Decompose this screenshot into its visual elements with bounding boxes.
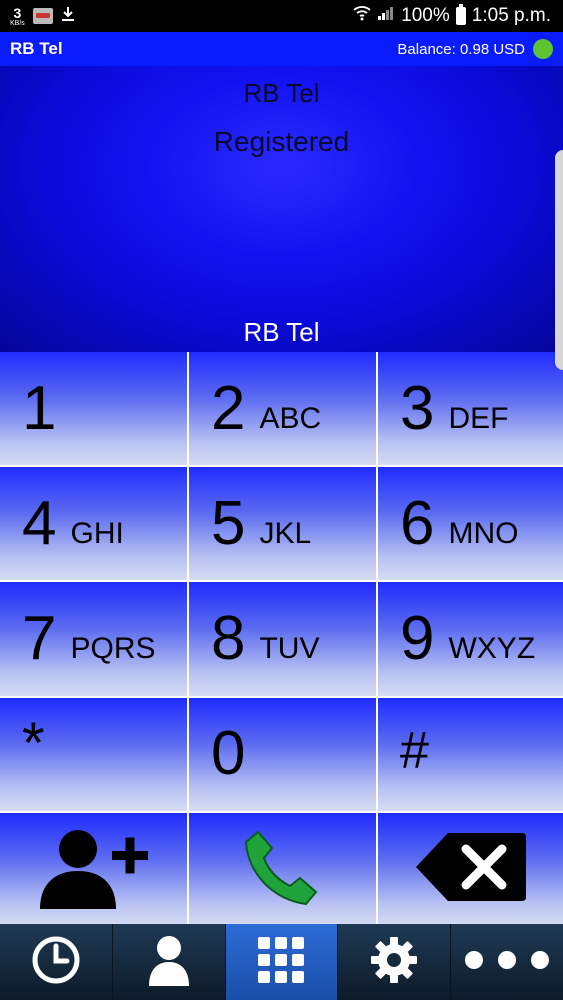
key-digit: 3 [400,373,435,443]
nav-history[interactable] [0,924,113,1000]
key-7[interactable]: 7 PQRS [0,582,187,696]
key-letters: JKL [259,516,312,550]
status-right: 100% 1:05 p.m. [353,4,551,27]
key-4[interactable]: 4 GHI [0,467,187,581]
number-input-display[interactable]: RB Tel [0,317,563,348]
wifi-icon [353,5,371,27]
key-digit: 2 [211,373,246,443]
more-icon [462,948,552,977]
key-0[interactable]: 0 [189,697,376,811]
key-digit: 9 [400,603,435,673]
key-star[interactable]: * [0,697,187,811]
key-digit: # [400,722,429,781]
key-2[interactable]: 2 ABC [189,352,376,466]
key-letters: TUV [259,631,320,665]
backspace-button[interactable] [378,812,563,926]
call-button[interactable] [189,812,376,926]
registration-status: Registered [213,126,350,157]
dialpad: 1 2 ABC 3 DEF 4 GHI 5 JKL 6 MNO 7 PQRS 8… [0,352,563,926]
clock-time: 1:05 p.m. [471,5,551,26]
status-left: 3 KB/s [10,6,75,27]
key-digit: 5 [211,488,246,558]
speed-value: 3 [13,4,22,21]
download-icon [61,6,75,27]
nav-contacts[interactable] [113,924,226,1000]
battery-percent: 100% [401,5,450,26]
key-5[interactable]: 5 JKL [189,467,376,581]
nav-dialpad[interactable] [225,924,339,1000]
call-icon [238,822,328,917]
app-title-bar: RB Tel Balance: 0.98 USD [0,32,563,66]
dialer-display: RB Tel Registered RB Tel [0,66,563,352]
key-digit: 1 [22,373,57,443]
nav-more[interactable] [451,924,563,1000]
app-title: RB Tel [10,39,63,58]
network-speed: 3 KB/s [10,6,25,27]
add-contact-icon [34,825,154,914]
key-letters: MNO [448,516,519,550]
add-contact-button[interactable] [0,812,187,926]
edge-panel-handle[interactable] [555,150,563,370]
key-digit: 6 [400,488,435,558]
key-digit: 8 [211,603,246,673]
key-1[interactable]: 1 [0,352,187,466]
signal-icon [377,5,395,27]
key-letters: DEF [448,401,509,435]
key-letters: GHI [70,516,124,550]
key-digit: * [22,711,45,777]
notification-app-icon [32,8,53,24]
balance-area: Balance: 0.98 USD [397,39,553,59]
key-hash[interactable]: # [378,697,563,811]
contacts-icon [147,934,191,991]
dialpad-icon [256,935,306,990]
key-3[interactable]: 3 DEF [378,352,563,466]
speed-unit: KB/s [10,19,25,27]
key-letters: ABC [259,401,322,435]
key-9[interactable]: 9 WXYZ [378,582,563,696]
status-bar: 3 KB/s 100% 1:05 p.m. [0,0,563,32]
key-digit: 4 [22,488,57,558]
provider-name: RB Tel [243,78,320,108]
backspace-icon [414,829,530,910]
registration-status-dot [533,39,553,59]
key-letters: PQRS [70,631,156,665]
settings-icon [369,935,419,990]
nav-settings[interactable] [338,924,452,1000]
battery-icon [455,4,466,25]
key-6[interactable]: 6 MNO [378,467,563,581]
balance-text: Balance: 0.98 USD [397,40,525,58]
key-8[interactable]: 8 TUV [189,582,376,696]
key-digit: 0 [211,719,246,789]
bottom-navigation [0,924,563,1000]
key-digit: 7 [22,603,57,673]
key-letters: WXYZ [448,631,536,665]
clock-icon [30,934,82,991]
